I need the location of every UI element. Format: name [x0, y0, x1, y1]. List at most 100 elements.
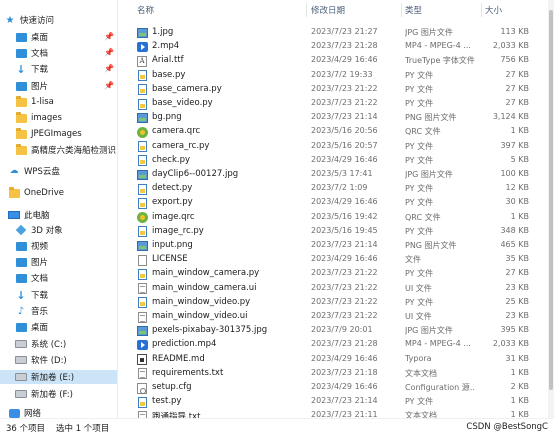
nav-item-10[interactable]: OneDrive	[0, 186, 117, 200]
item-count: 36 个项目	[6, 424, 46, 434]
documents-folder-icon	[15, 273, 27, 284]
python-file-icon	[136, 141, 148, 153]
file-row[interactable]: prediction.mp4 2023/7/23 21:28 MP4 - MPEG-…	[131, 338, 551, 352]
file-type: Configuration 源...	[405, 383, 475, 392]
documents-folder-icon	[15, 48, 27, 59]
column-header-name[interactable]: 名称	[137, 4, 154, 17]
nav-item-2[interactable]: 文档 📌	[0, 46, 117, 60]
nav-item-16[interactable]: ↓ 下载	[0, 288, 117, 302]
file-date: 2023/7/23 21:22	[311, 311, 378, 320]
file-row[interactable]: LICENSE 2023/4/29 16:46 文件 35 KB	[131, 253, 551, 267]
file-row[interactable]: input.png 2023/7/23 21:14 PNG 图片文件 465 KB	[131, 239, 551, 253]
file-size: 1 KB	[510, 126, 529, 136]
file-date: 2023/7/2 1:09	[311, 183, 368, 193]
nav-item-label: 下载	[31, 291, 49, 301]
scrollbar-thumb[interactable]	[549, 10, 553, 390]
file-list: 名称 修改日期 类型 大小 1.jpg 2023/7/23 21:27 JPG 图片…	[119, 0, 554, 418]
nav-item-18[interactable]: 桌面	[0, 320, 117, 334]
file-row[interactable]: test.py 2023/7/23 21:14 PY 文件 1 KB	[131, 395, 551, 409]
file-row[interactable]: README.md 2023/4/29 16:46 Typora 31 KB	[131, 353, 551, 367]
python-file-icon	[136, 226, 148, 238]
file-row[interactable]: requirements.txt 2023/7/23 21:18 文本文档 1 KB	[131, 367, 551, 381]
column-header-size[interactable]: 大小	[485, 4, 502, 17]
nav-item-label: 快速访问	[20, 16, 55, 26]
file-row[interactable]: image.qrc 2023/5/16 19:42 QRC 文件 1 KB	[131, 211, 551, 225]
file-row[interactable]: main_window_video.py 2023/7/23 21:22 PY 文件…	[131, 296, 551, 310]
file-row[interactable]: detect.py 2023/7/2 1:09 PY 文件 12 KB	[131, 182, 551, 196]
file-type: PY 文件	[405, 198, 434, 208]
column-header-date[interactable]: 修改日期	[311, 4, 345, 17]
column-divider[interactable]	[481, 3, 482, 17]
nav-item-8[interactable]: 高精度六类海船检测识	[0, 143, 117, 157]
column-header-type[interactable]: 类型	[405, 4, 422, 17]
3d-objects-icon	[15, 224, 27, 236]
nav-item-15[interactable]: 文档	[0, 271, 117, 285]
file-row[interactable]: image_rc.py 2023/5/16 19:45 PY 文件 348 KB	[131, 225, 551, 239]
file-row[interactable]: export.py 2023/4/29 16:46 PY 文件 30 KB	[131, 196, 551, 210]
file-row[interactable]: check.py 2023/4/29 16:46 PY 文件 5 KB	[131, 154, 551, 168]
nav-item-7[interactable]: JPEGImages	[0, 127, 117, 141]
nav-item-23[interactable]: 网络	[0, 406, 117, 418]
nav-item-3[interactable]: ↓ 下载 📌	[0, 62, 117, 76]
nav-item-6[interactable]: images	[0, 111, 117, 125]
file-row[interactable]: dayClip6--00127.jpg 2023/5/3 17:41 JPG 图片文…	[131, 168, 551, 182]
folder-icon	[15, 111, 27, 124]
nav-item-11[interactable]: 此电脑	[0, 208, 117, 222]
file-size: 1 KB	[510, 211, 529, 221]
pin-icon: 📌	[104, 32, 114, 41]
file-row[interactable]: 跑通指导.txt 2023/7/23 21:11 文本文档 1 KB	[131, 409, 551, 418]
file-date: 2023/4/29 16:46	[311, 382, 378, 391]
file-size: 30 KB	[505, 197, 529, 207]
pin-icon: 📌	[104, 81, 114, 90]
file-row[interactable]: base.py 2023/7/2 19:33 PY 文件 27 KB	[131, 69, 551, 83]
nav-item-9[interactable]: ☁ WPS云盘	[0, 164, 117, 178]
file-row[interactable]: main_window_camera.ui 2023/7/23 21:22 UI 文…	[131, 282, 551, 296]
nav-item-14[interactable]: 图片	[0, 255, 117, 269]
nav-item-label: 桌面	[31, 33, 49, 43]
file-date: 2023/5/16 19:42	[311, 211, 378, 221]
nav-item-20[interactable]: 软件 (D:)	[0, 353, 117, 367]
nav-item-label: 文档	[31, 49, 49, 59]
file-name: LICENSE	[152, 254, 188, 265]
text-file-icon	[136, 368, 148, 380]
file-row[interactable]: main_window_video.ui 2023/7/23 21:22 UI 文件…	[131, 310, 551, 324]
column-divider[interactable]	[401, 3, 402, 17]
python-file-icon	[136, 396, 148, 408]
python-file-icon	[136, 155, 148, 167]
file-row[interactable]: pexels-pixabay-301375.jpg 2023/7/9 20:01 J…	[131, 324, 551, 338]
file-row[interactable]: 2.mp4 2023/7/23 21:28 MP4 - MPEG-4 ... 2,03…	[131, 40, 551, 54]
nav-item-1[interactable]: 桌面 📌	[0, 30, 117, 44]
file-date: 2023/7/23 21:22	[311, 98, 378, 107]
file-row[interactable]: 1.jpg 2023/7/23 21:27 JPG 图片文件 113 KB	[131, 26, 551, 40]
file-row[interactable]: base_camera.py 2023/7/23 21:22 PY 文件 27 KB	[131, 83, 551, 97]
nav-item-label: 高精度六类海船检测识	[31, 146, 117, 156]
file-row[interactable]: camera.qrc 2023/5/16 20:56 QRC 文件 1 KB	[131, 125, 551, 139]
nav-item-label: images	[31, 113, 62, 123]
file-date: 2023/7/23 21:14	[311, 112, 378, 122]
nav-item-label: 软件 (D:)	[31, 356, 67, 366]
nav-item-4[interactable]: 图片 📌	[0, 79, 117, 93]
nav-item-19[interactable]: 系统 (C:)	[0, 337, 117, 351]
nav-item-12[interactable]: 3D 对象	[0, 223, 117, 237]
nav-item-0[interactable]: ★ 快速访问	[0, 13, 117, 27]
file-row[interactable]: camera_rc.py 2023/5/16 20:57 PY 文件 397 KB	[131, 140, 551, 154]
nav-item-21[interactable]: 新加卷 (E:)	[0, 370, 117, 384]
vertical-scrollbar[interactable]	[548, 0, 554, 418]
nav-item-13[interactable]: 视频	[0, 239, 117, 253]
watermark: CSDN @BestSongC	[466, 422, 548, 432]
nav-item-22[interactable]: 新加卷 (F:)	[0, 387, 117, 401]
nav-item-label: 视频	[31, 242, 49, 252]
file-row[interactable]: A Arial.ttf 2023/4/29 16:46 TrueType 字体文件 75…	[131, 54, 551, 68]
nav-item-label: 3D 对象	[31, 226, 63, 236]
file-row[interactable]: bg.png 2023/7/23 21:14 PNG 图片文件 3,124 KB	[131, 111, 551, 125]
nav-item-5[interactable]: 1-lisa	[0, 95, 117, 109]
file-type: PY 文件	[405, 226, 434, 236]
file-row[interactable]: main_window_camera.py 2023/7/23 21:22 PY 文…	[131, 267, 551, 281]
nav-item-label: 此电脑	[24, 211, 50, 221]
nav-item-17[interactable]: ♪ 音乐	[0, 304, 117, 318]
file-row[interactable]: setup.cfg 2023/4/29 16:46 Configuration 源.…	[131, 381, 551, 395]
file-name: base_camera.py	[152, 83, 222, 94]
file-row[interactable]: base_video.py 2023/7/23 21:22 PY 文件 27 KB	[131, 97, 551, 111]
column-divider[interactable]	[306, 3, 307, 17]
file-type: JPG 图片文件	[405, 28, 453, 37]
